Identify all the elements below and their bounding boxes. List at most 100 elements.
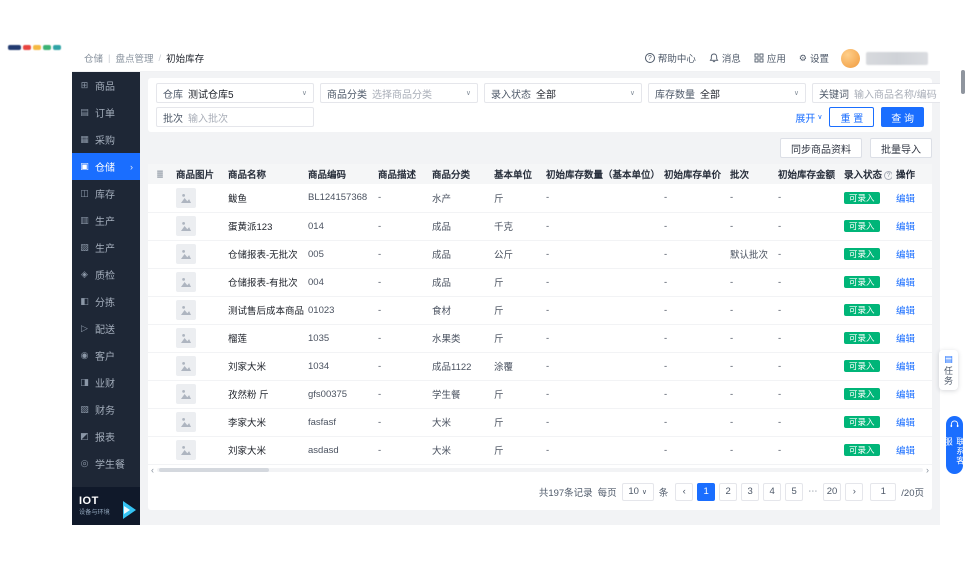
column-label: 批次 xyxy=(730,170,750,181)
topbar-help[interactable]: ? 帮助中心 xyxy=(644,51,696,65)
column-label: 商品描述 xyxy=(378,170,417,181)
topbar-apps[interactable]: 应用 xyxy=(754,51,786,65)
filter-category[interactable]: 商品分类 选择商品分类 ∨ xyxy=(320,83,478,103)
breadcrumb-item[interactable]: 仓储 xyxy=(84,51,103,65)
page-scrollbar-thumb[interactable] xyxy=(961,70,965,94)
pagination: 共197条记录 每页 10 ∨ 条 ‹ 1 2 3 4 5 ⋯ 20 › 1 /20页 xyxy=(148,476,932,510)
cell-qty: - xyxy=(542,408,660,437)
edit-link[interactable]: 编辑 xyxy=(896,278,915,289)
edit-link[interactable]: 编辑 xyxy=(896,306,915,317)
sidebar-item-products[interactable]: ⊞ 商品 xyxy=(72,72,140,99)
column-config-icon[interactable]: ≣ xyxy=(156,169,164,179)
page-button-3[interactable]: 3 xyxy=(741,482,760,501)
cell-unit: 斤 xyxy=(490,296,542,325)
sidebar-item-orders[interactable]: ▤ 订单 xyxy=(72,99,140,126)
filter-batch[interactable]: 批次 输入批次 xyxy=(156,107,314,127)
expand-filters-link[interactable]: 展开 ∨ xyxy=(795,110,822,125)
cell-name: 刘家大米 xyxy=(224,352,304,381)
edit-link[interactable]: 编辑 xyxy=(896,222,915,233)
product-image-placeholder xyxy=(176,384,196,404)
cell-status: 可录入 xyxy=(840,408,892,437)
edit-link[interactable]: 编辑 xyxy=(896,390,915,401)
info-icon[interactable]: ? xyxy=(884,171,892,180)
cell-unit: 公斤 xyxy=(490,240,542,269)
table-row: 刘家大米 1034- 成品1122 涂覆 - - - - 可录入 编辑 xyxy=(148,352,932,381)
table-row: 李家大米 fasfasf - 大米斤 - - - - 可录入 编辑 xyxy=(148,408,932,437)
cell-batch: - xyxy=(726,212,774,241)
status-badge: 可录入 xyxy=(844,415,880,429)
table-row: 仓储报表-有批次 004- 成品斤 - - - - 可录入 编辑 xyxy=(148,268,932,297)
edit-link[interactable]: 编辑 xyxy=(896,362,915,373)
edit-link[interactable]: 编辑 xyxy=(896,334,915,345)
product-image-cell xyxy=(172,240,224,269)
scrollbar-track[interactable] xyxy=(157,468,923,472)
cell-status: 可录入 xyxy=(840,380,892,409)
sidebar-item-warehouse[interactable]: ▣ 仓储 › xyxy=(72,153,140,180)
topbar-messages[interactable]: 消息 xyxy=(709,51,741,65)
prev-page-button[interactable]: ‹ xyxy=(675,482,694,501)
cell-desc: - xyxy=(374,436,428,465)
cell-action: 编辑 xyxy=(892,240,932,269)
tasks-float-tab[interactable]: ▤ 任务 xyxy=(939,350,958,390)
edit-link[interactable]: 编辑 xyxy=(896,194,915,205)
filter-label: 批次 xyxy=(163,113,183,125)
cell-qty: - xyxy=(542,184,660,213)
filter-warehouse[interactable]: 仓库 测试仓库5 ∨ xyxy=(156,83,314,103)
sidebar-item-production-1[interactable]: ▥ 生产 xyxy=(72,207,140,234)
cell-price: - xyxy=(660,324,726,353)
query-button[interactable]: 查 询 xyxy=(881,107,924,127)
sidebar-item-inventory[interactable]: ◫ 库存 xyxy=(72,180,140,207)
cell-batch: - xyxy=(726,408,774,437)
horizontal-scrollbar[interactable]: ‹ › xyxy=(148,465,932,476)
edit-link[interactable]: 编辑 xyxy=(896,446,915,457)
cell-qty: - xyxy=(542,212,660,241)
page-size-select[interactable]: 10 ∨ xyxy=(621,482,654,501)
cell-action: 编辑 xyxy=(892,212,932,241)
reset-button[interactable]: 重 置 xyxy=(829,107,875,127)
sidebar-item-business-finance[interactable]: ◨ 业财 xyxy=(72,369,140,396)
page-button-20[interactable]: 20 xyxy=(822,482,842,501)
batch-import-button[interactable]: 批量导入 xyxy=(870,138,932,158)
edit-link[interactable]: 编辑 xyxy=(896,250,915,261)
cell-action: 编辑 xyxy=(892,408,932,437)
cell-desc: - xyxy=(374,184,428,213)
cell-amount: - xyxy=(774,324,840,353)
page-button-4[interactable]: 4 xyxy=(763,482,782,501)
app-layout: ⊞ 商品 ▤ 订单 ▦ 采购 ▣ 仓储 › ◫ 库存 ▥ 生产 ▨ 生产 ◈ 质检 ◧ 分拣 ▷ 配送 ◉ 客户 ◨ 业财 ▧ 财务… xyxy=(72,72,940,525)
page-button-5[interactable]: 5 xyxy=(785,482,804,501)
contact-support-button[interactable]: 联系客服 xyxy=(944,416,966,474)
cell-code: 01023 xyxy=(304,296,374,325)
page-button-1[interactable]: 1 xyxy=(697,482,716,501)
sidebar-item-purchasing[interactable]: ▦ 采购 xyxy=(72,126,140,153)
sidebar-item-delivery[interactable]: ▷ 配送 xyxy=(72,315,140,342)
edit-link[interactable]: 编辑 xyxy=(896,418,915,429)
jump-page-input[interactable]: 1 xyxy=(870,482,897,501)
avatar[interactable] xyxy=(841,48,860,68)
sidebar-item-student-meals[interactable]: ◎ 学生餐 xyxy=(72,450,140,477)
product-image-cell xyxy=(172,296,224,325)
sidebar-item-label: 仓储 xyxy=(95,163,115,174)
filter-entry-status[interactable]: 录入状态 全部 ∨ xyxy=(484,83,642,103)
column-header-unit: 基本单位 xyxy=(490,164,542,184)
topbar-settings[interactable]: ⚙ 设置 xyxy=(799,51,829,66)
breadcrumb-item[interactable]: 盘点管理 xyxy=(115,51,153,65)
sidebar-item-quality[interactable]: ◈ 质检 xyxy=(72,261,140,288)
scroll-right-icon[interactable]: › xyxy=(926,465,929,475)
sidebar-item-customers[interactable]: ◉ 客户 xyxy=(72,342,140,369)
next-page-button[interactable]: › xyxy=(845,482,864,501)
cell-qty: - xyxy=(542,380,660,409)
sidebar-item-production-2[interactable]: ▨ 生产 xyxy=(72,234,140,261)
row-select-cell xyxy=(148,296,172,325)
sidebar-item-reports[interactable]: ◩ 报表 xyxy=(72,423,140,450)
sync-products-button[interactable]: 同步商品资料 xyxy=(780,138,862,158)
sidebar-item-sorting[interactable]: ◧ 分拣 xyxy=(72,288,140,315)
cell-action: 编辑 xyxy=(892,380,932,409)
filter-keyword[interactable]: 关键词 输入商品名称/编码 xyxy=(812,83,940,103)
scrollbar-thumb[interactable] xyxy=(159,468,269,472)
sidebar-item-finance[interactable]: ▧ 财务 xyxy=(72,396,140,423)
column-label: 初始库存单价 xyxy=(664,170,722,181)
cell-category: 成品 xyxy=(428,240,490,269)
filter-stock-qty[interactable]: 库存数量 全部 ∨ xyxy=(648,83,806,103)
scroll-left-icon[interactable]: ‹ xyxy=(151,465,154,475)
page-button-2[interactable]: 2 xyxy=(719,482,738,501)
